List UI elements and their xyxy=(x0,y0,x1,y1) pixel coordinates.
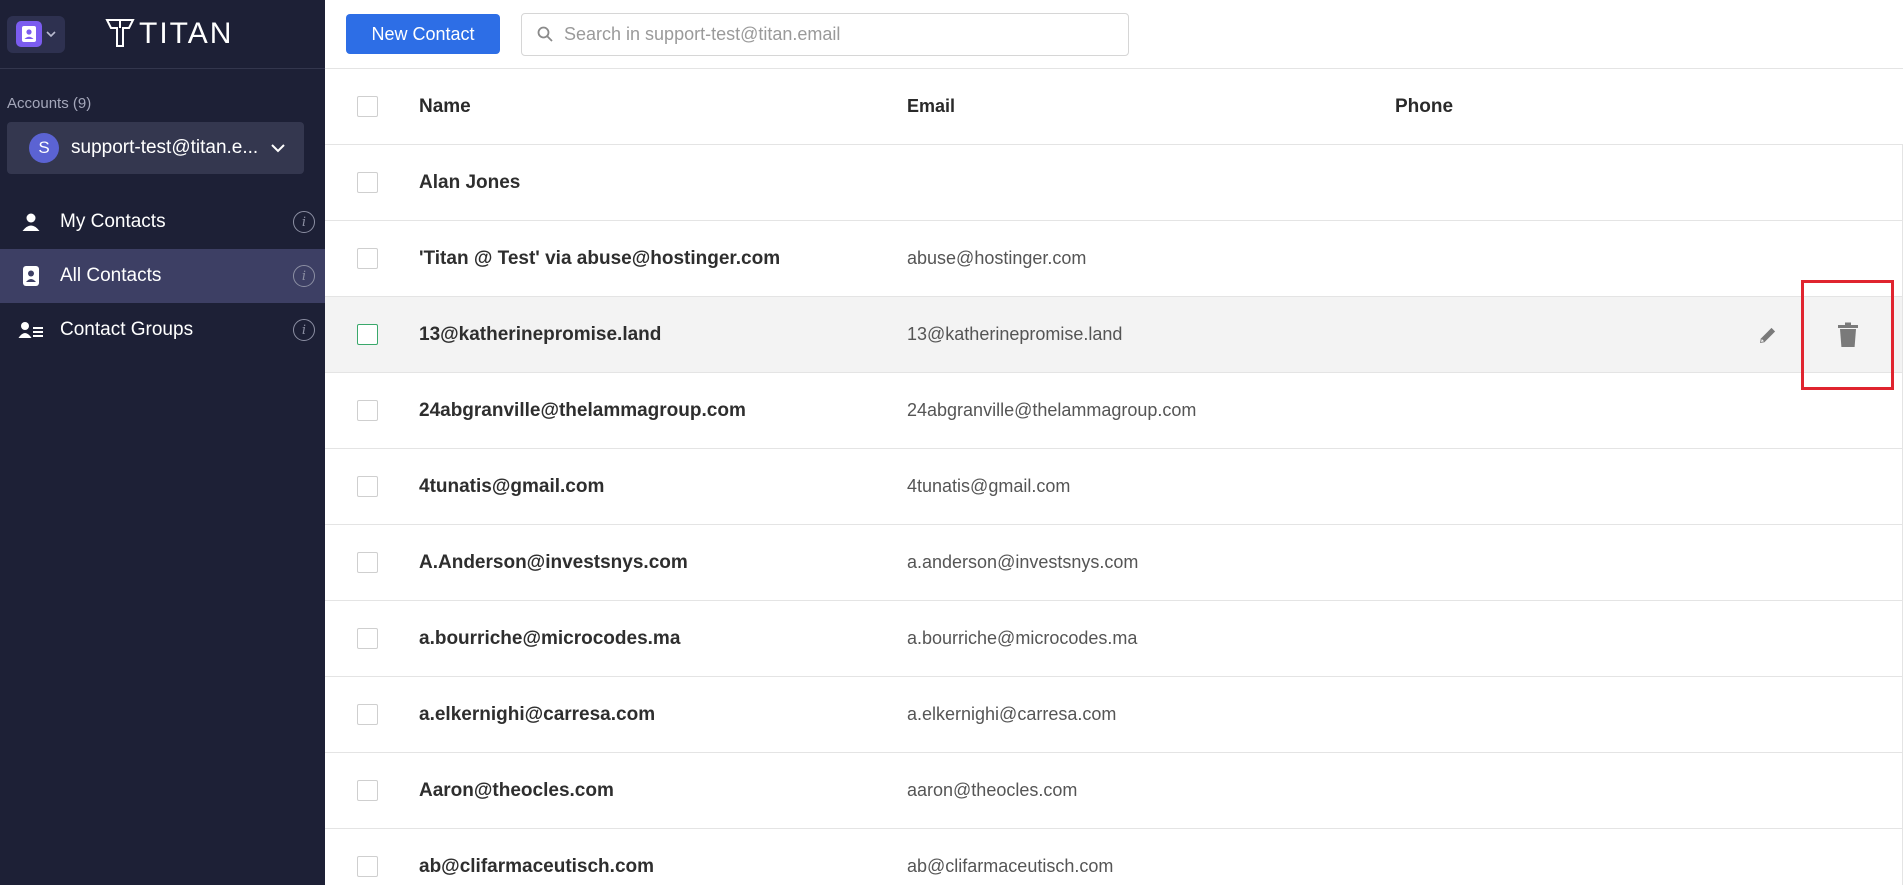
contact-email: 24abgranville@thelammagroup.com xyxy=(907,400,1197,420)
row-checkbox[interactable] xyxy=(357,476,378,497)
sidebar-nav: My Contacts i All Contacts i Contact Gro… xyxy=(0,195,325,357)
contact-name: a.bourriche@microcodes.ma xyxy=(419,627,681,649)
titan-logo-icon xyxy=(105,16,135,53)
row-checkbox[interactable] xyxy=(357,248,378,269)
column-header-email[interactable]: Email xyxy=(907,96,1395,117)
contact-name: 'Titan @ Test' via abuse@hostinger.com xyxy=(419,247,781,269)
table-row[interactable]: Alan Jones xyxy=(325,145,1903,221)
titan-logo: TITAN xyxy=(105,16,233,53)
search-icon xyxy=(536,25,554,43)
sidebar-topbar: TITAN xyxy=(0,0,325,69)
row-actions xyxy=(1755,280,1902,390)
avatar: S xyxy=(29,133,59,163)
sidebar-item-label: All Contacts xyxy=(60,265,162,286)
contact-name: Alan Jones xyxy=(419,171,521,193)
column-header-name[interactable]: Name xyxy=(419,96,907,118)
contact-email: aaron@theocles.com xyxy=(907,780,1078,800)
contact-email: a.elkernighi@carresa.com xyxy=(907,704,1117,724)
sidebar-item-label: My Contacts xyxy=(60,211,166,232)
table-row[interactable]: Aaron@theocles.com aaron@theocles.com xyxy=(325,753,1903,829)
toolbar: New Contact xyxy=(325,0,1903,69)
sidebar-item-my-contacts[interactable]: My Contacts i xyxy=(0,195,325,249)
contact-email: 13@katherinepromise.land xyxy=(907,324,1123,344)
row-checkbox[interactable] xyxy=(357,856,378,877)
main-content: New Contact Name Email Phone Alan Jones … xyxy=(325,0,1903,885)
table-row[interactable]: 13@katherinepromise.land 13@katherinepro… xyxy=(325,280,1903,390)
contact-email: a.bourriche@microcodes.ma xyxy=(907,628,1138,648)
chevron-down-icon xyxy=(269,139,287,157)
contact-name: a.elkernighi@carresa.com xyxy=(419,703,656,725)
contact-email: abuse@hostinger.com xyxy=(907,248,1087,268)
contact-name: A.Anderson@investsnys.com xyxy=(419,551,688,573)
account-selector[interactable]: S support-test@titan.e... xyxy=(7,122,304,174)
accounts-label: Accounts (9) xyxy=(7,95,92,112)
table-row[interactable]: 'Titan @ Test' via abuse@hostinger.com a… xyxy=(325,221,1903,297)
contacts-table: Alan Jones 'Titan @ Test' via abuse@host… xyxy=(325,145,1903,885)
sidebar-item-all-contacts[interactable]: All Contacts i xyxy=(0,249,325,303)
contact-card-icon xyxy=(18,263,44,289)
contact-email: a.anderson@investsnys.com xyxy=(907,552,1139,572)
account-email: support-test@titan.e... xyxy=(71,137,259,158)
table-row[interactable]: ab@clifarmaceutisch.com ab@clifarmaceuti… xyxy=(325,829,1903,885)
row-checkbox[interactable] xyxy=(357,172,378,193)
table-row[interactable]: 24abgranville@thelammagroup.com 24abgran… xyxy=(325,373,1903,449)
contact-name: 24abgranville@thelammagroup.com xyxy=(419,399,746,421)
new-contact-button[interactable]: New Contact xyxy=(346,14,500,54)
table-header: Name Email Phone xyxy=(325,69,1903,145)
row-checkbox[interactable] xyxy=(357,552,378,573)
table-row[interactable]: a.bourriche@microcodes.ma a.bourriche@mi… xyxy=(325,601,1903,677)
chevron-down-icon xyxy=(46,29,56,39)
table-row[interactable]: A.Anderson@investsnys.com a.anderson@inv… xyxy=(325,525,1903,601)
logo-text: TITAN xyxy=(139,17,234,50)
table-row[interactable]: 4tunatis@gmail.com 4tunatis@gmail.com xyxy=(325,449,1903,525)
contacts-app-icon xyxy=(16,21,42,47)
search-box[interactable] xyxy=(521,12,1129,56)
contact-email: ab@clifarmaceutisch.com xyxy=(907,856,1114,876)
info-icon[interactable]: i xyxy=(293,265,315,287)
contact-name: 4tunatis@gmail.com xyxy=(419,475,605,497)
table-row[interactable]: a.elkernighi@carresa.com a.elkernighi@ca… xyxy=(325,677,1903,753)
app-switcher-button[interactable] xyxy=(7,15,65,53)
person-icon xyxy=(18,209,44,235)
info-icon[interactable]: i xyxy=(293,319,315,341)
contact-name: Aaron@theocles.com xyxy=(419,779,614,801)
contact-name: 13@katherinepromise.land xyxy=(419,323,662,345)
sidebar-item-contact-groups[interactable]: Contact Groups i xyxy=(0,303,325,357)
contact-name: ab@clifarmaceutisch.com xyxy=(419,855,655,877)
search-input[interactable] xyxy=(564,23,1104,45)
select-all-checkbox[interactable] xyxy=(357,96,378,117)
row-checkbox[interactable] xyxy=(357,628,378,649)
sidebar: TITAN Accounts (9) S support-test@titan.… xyxy=(0,0,325,885)
group-list-icon xyxy=(18,317,44,343)
trash-icon[interactable] xyxy=(1835,321,1861,349)
sidebar-item-label: Contact Groups xyxy=(60,319,194,340)
row-checkbox[interactable] xyxy=(357,704,378,725)
row-checkbox[interactable] xyxy=(357,324,378,345)
column-header-phone[interactable]: Phone xyxy=(1395,96,1695,118)
row-checkbox[interactable] xyxy=(357,780,378,801)
info-icon[interactable]: i xyxy=(293,211,315,233)
row-checkbox[interactable] xyxy=(357,400,378,421)
pencil-icon[interactable] xyxy=(1755,322,1781,348)
contact-email: 4tunatis@gmail.com xyxy=(907,476,1071,496)
